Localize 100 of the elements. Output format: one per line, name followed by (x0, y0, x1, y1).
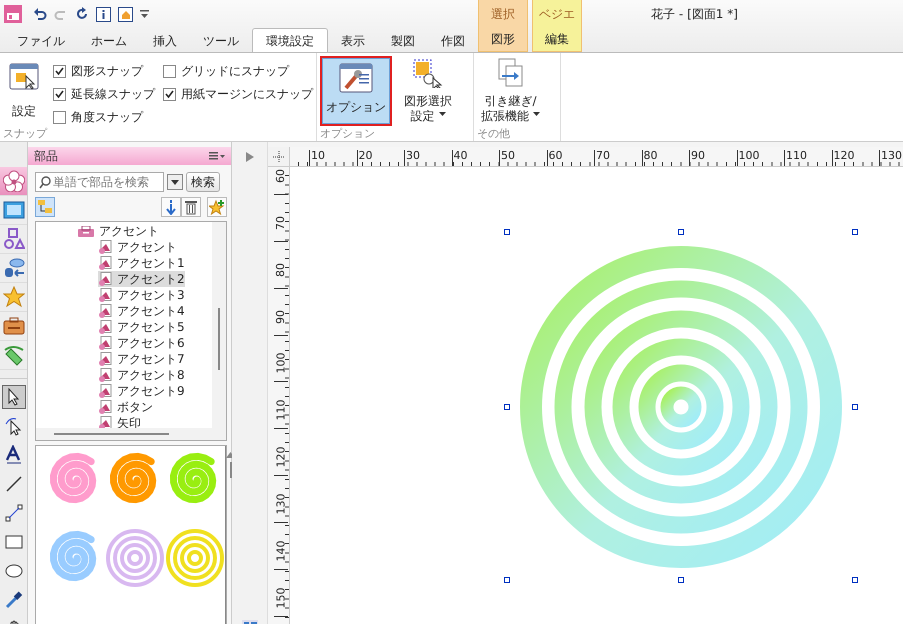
ribbon-tab[interactable]: 表示 (328, 29, 378, 52)
part-file-icon (98, 256, 112, 270)
tree-item[interactable]: アクセント2 (98, 271, 185, 287)
ruler-label: 120 (834, 149, 854, 162)
ruler-label: 110 (786, 149, 807, 162)
search-icon (39, 176, 51, 188)
ruler-label: 60 (548, 149, 562, 162)
settings-window-icon (9, 62, 39, 92)
arrow-tool-icon[interactable] (2, 385, 26, 409)
download-icon[interactable] (161, 197, 181, 217)
tree-item[interactable]: アクセント3 (98, 287, 185, 303)
selection-handle[interactable] (504, 229, 510, 235)
selection-handle[interactable] (504, 577, 510, 583)
scrollbar-thumb[interactable] (218, 308, 220, 370)
snap-checkbox[interactable]: 用紙マージンにスナップ (163, 86, 313, 103)
ruler-label: 110 (275, 400, 287, 421)
tree-item[interactable]: アクセント4 (98, 303, 185, 319)
ribbon-tab[interactable]: 環境設定 (252, 28, 328, 52)
ruler-label: 130 (881, 149, 902, 162)
context-tab[interactable]: 図形 (491, 28, 515, 51)
flower-icon[interactable] (0, 167, 27, 196)
ribbon-tab[interactable]: 作図 (428, 29, 478, 52)
info-icon[interactable] (96, 6, 111, 22)
ribbon-tab[interactable]: 挿入 (140, 29, 190, 52)
shapes-icon[interactable] (0, 225, 27, 254)
group-label: その他 (477, 126, 511, 141)
selection-handle[interactable] (852, 577, 858, 583)
add-star-icon[interactable] (207, 197, 227, 217)
part-file-icon (98, 240, 112, 254)
snap-checkbox[interactable]: 図形スナップ (53, 63, 155, 80)
caret-icon (533, 112, 540, 116)
snap-checkbox[interactable]: グリッドにスナップ (163, 63, 313, 80)
panel-menu-icon[interactable] (209, 152, 225, 160)
house-icon[interactable] (118, 6, 133, 22)
selection-handle[interactable] (678, 577, 684, 583)
ruler-label: 80 (644, 149, 658, 162)
tree-item[interactable]: アクセント7 (98, 351, 185, 367)
check-icon (55, 67, 64, 76)
ribbon-tab[interactable]: ツール (190, 29, 252, 52)
wrench-window-icon (339, 62, 373, 94)
part-file-icon (98, 304, 112, 318)
undo-icon[interactable] (33, 7, 47, 21)
ribbon-tab[interactable]: ホーム (78, 29, 140, 52)
trash-icon[interactable] (181, 197, 201, 217)
extensions-button[interactable]: 引き継ぎ/ 拡張機能 (477, 56, 544, 126)
scrollbar-thumb[interactable] (230, 462, 232, 478)
folder-tree-icon[interactable] (35, 197, 55, 217)
ruler-label: 130 (275, 494, 287, 515)
selection-handle[interactable] (678, 229, 684, 235)
part-file-icon (98, 416, 112, 428)
ruler-label: 120 (275, 446, 287, 468)
ruler-label: 60 (275, 168, 287, 183)
selection-handle[interactable] (852, 229, 858, 235)
scrollbar-thumb[interactable] (54, 433, 169, 435)
context-tab[interactable]: 編集 (545, 28, 569, 51)
tree-item[interactable]: アクセント9 (98, 383, 185, 399)
ruler-origin-icon[interactable] (272, 150, 284, 162)
ruler-label: 100 (738, 149, 760, 162)
rings-thumbnail[interactable] (165, 528, 225, 588)
ribbon-button[interactable]: オプション (320, 56, 392, 126)
part-file-icon (98, 288, 112, 302)
context-tab-header: ベジエ (539, 6, 575, 23)
part-file-icon (98, 352, 112, 366)
snap-checkbox[interactable]: 延長線スナップ (53, 86, 155, 103)
ribbon-button[interactable]: 図形選択 設定 (400, 56, 456, 126)
ruler-label: 70 (596, 149, 610, 162)
ruler-label: 150 (275, 587, 287, 608)
snap-checkbox[interactable]: 角度スナップ (53, 109, 155, 126)
rings-thumbnail[interactable] (105, 528, 165, 588)
ribbon-tab[interactable]: 製図 (378, 29, 428, 52)
tree-item[interactable]: アクセント1 (98, 255, 185, 271)
selection-handle[interactable] (504, 404, 510, 410)
ruler-label: 20 (358, 149, 372, 162)
tree-item[interactable]: アクセント5 (98, 319, 185, 335)
check-icon (165, 90, 174, 99)
tree-item[interactable]: アクセント (98, 239, 177, 255)
ribbon-tab[interactable]: ファイル (4, 29, 78, 52)
check-icon (55, 90, 64, 99)
tree-folder[interactable]: アクセント (78, 223, 159, 239)
tree-item[interactable]: ボタン (98, 399, 153, 415)
ruler-label: 90 (691, 149, 705, 162)
context-tab-header: 選択 (491, 6, 515, 23)
part-file-icon (98, 400, 112, 414)
tree-item[interactable]: アクセント8 (98, 367, 185, 383)
tree-item[interactable]: アクセント6 (98, 335, 185, 351)
app-logo-icon (4, 5, 22, 23)
search-field[interactable]: 単語で部品を検索 (35, 172, 164, 192)
expand-arrow-icon[interactable] (246, 152, 254, 162)
ruler-label: 30 (406, 149, 420, 162)
refresh-icon[interactable] (75, 7, 89, 21)
customize-menu-icon[interactable] (140, 9, 149, 19)
dropdown-button[interactable] (167, 174, 183, 190)
group-label: オプション (320, 126, 376, 141)
settings-button[interactable]: 設定 (3, 56, 45, 126)
caret-icon (171, 180, 179, 184)
selection-handle[interactable] (852, 404, 858, 410)
ruler-label: 80 (275, 262, 287, 277)
search-button[interactable]: 検索 (186, 172, 220, 192)
part-file-icon (98, 320, 112, 334)
part-file-icon (98, 368, 112, 382)
